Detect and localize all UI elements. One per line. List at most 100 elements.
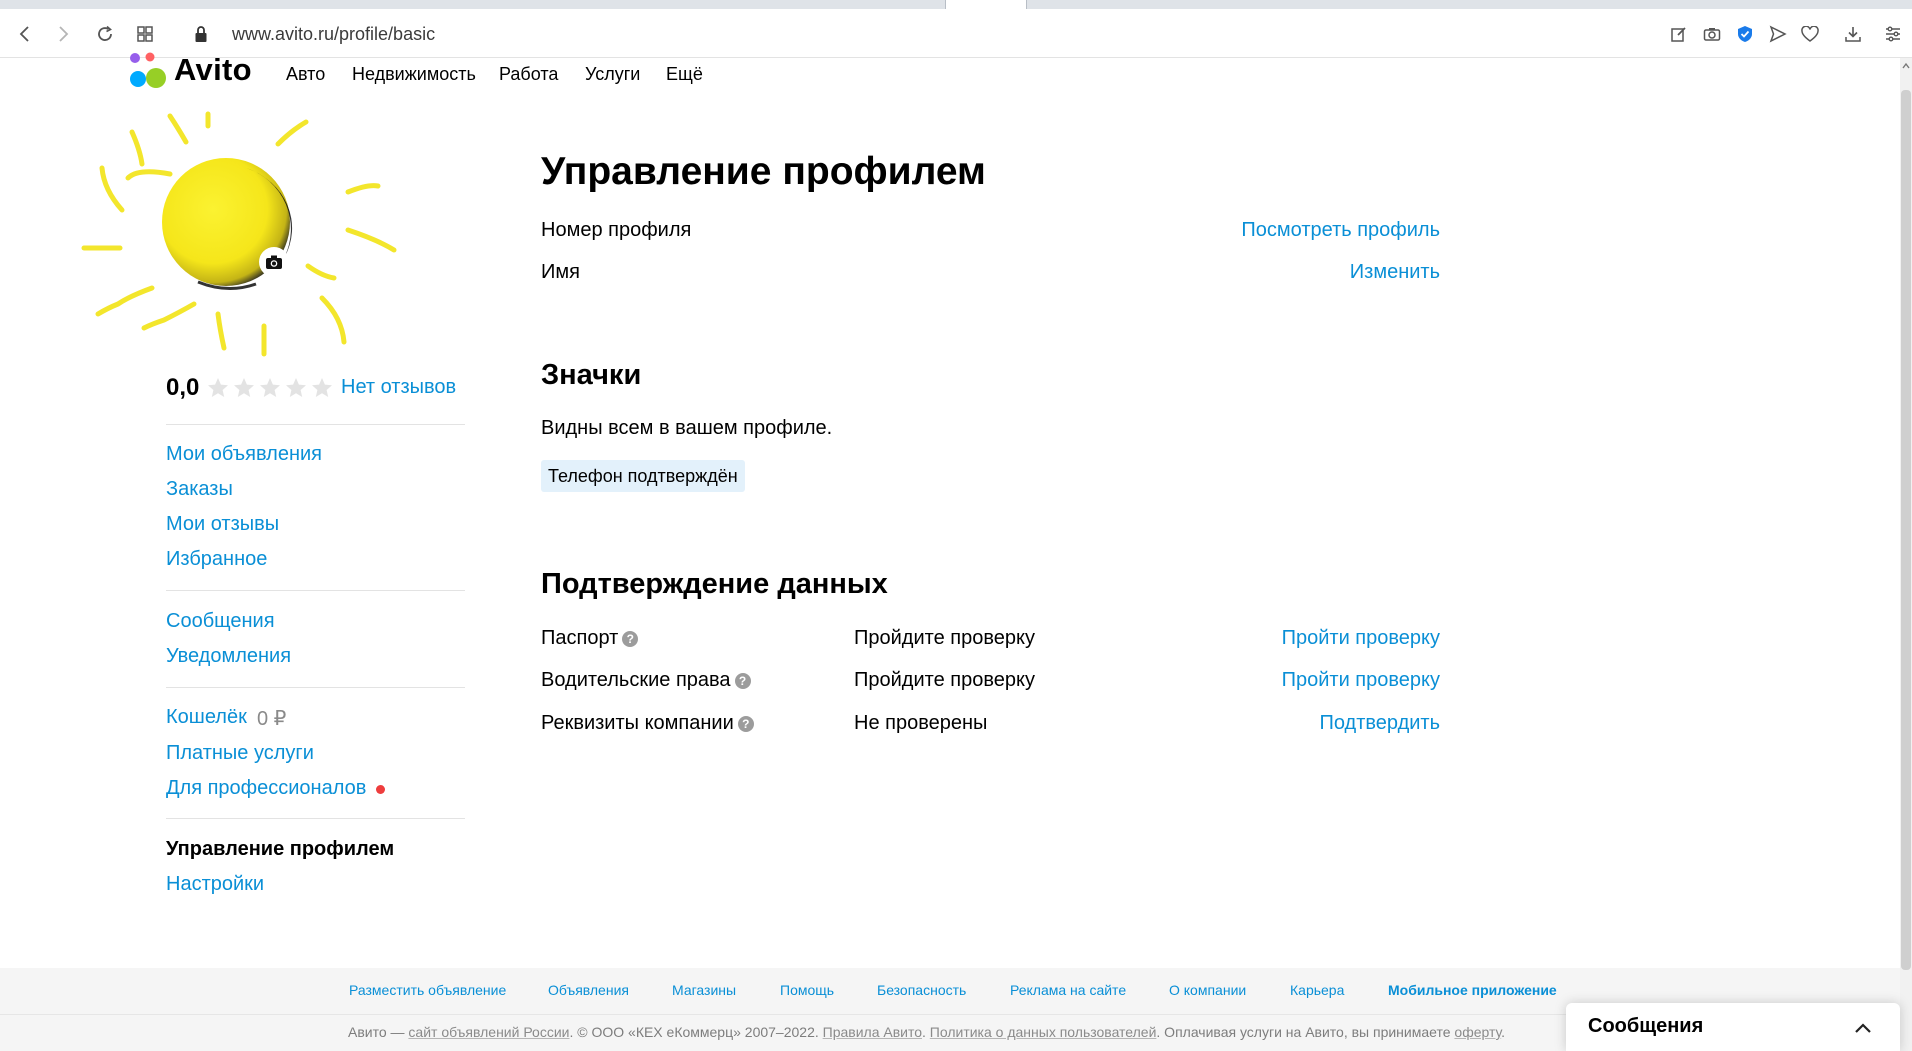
sidebar-divider: [166, 818, 465, 819]
active-tab[interactable]: [946, 0, 1026, 9]
browser-toolbar: www.avito.ru/profile/basic: [0, 9, 1912, 58]
page-title: Управление профилем: [541, 150, 986, 193]
download-icon[interactable]: [1842, 23, 1864, 45]
sidebar-divider: [166, 424, 465, 425]
passport-label: Паспорт?: [541, 627, 639, 650]
easy-setup-icon[interactable]: [1882, 23, 1904, 45]
shield-vpn-icon[interactable]: [1734, 23, 1756, 45]
footer-link-advertising[interactable]: Реклама на сайте: [1010, 982, 1126, 998]
sun-drawing-avatar: [81, 111, 397, 357]
classifieds-link[interactable]: сайт объявлений России: [408, 1024, 569, 1040]
nav-more[interactable]: Ещё: [666, 64, 703, 85]
logo-text: Avito: [174, 52, 252, 87]
sidebar-item-messages[interactable]: Сообщения: [166, 610, 275, 633]
no-reviews-link[interactable]: Нет отзывов: [341, 376, 456, 399]
camera-icon: [266, 255, 282, 269]
scroll-up-arrow-icon[interactable]: [1902, 62, 1910, 70]
change-photo-button[interactable]: [259, 247, 289, 277]
sidebar-divider: [166, 687, 465, 688]
data-verification-heading: Подтверждение данных: [541, 568, 888, 600]
heart-icon[interactable]: [1799, 23, 1821, 45]
chevron-up-icon[interactable]: [1852, 1017, 1874, 1039]
badges-heading: Значки: [541, 359, 642, 391]
sidebar-item-wallet[interactable]: Кошелёк: [166, 706, 247, 729]
avito-logo-icon: [130, 52, 166, 88]
rating-value: 0,0: [166, 374, 200, 401]
passport-status: Пройдите проверку: [854, 627, 1035, 649]
help-icon[interactable]: ?: [734, 673, 751, 689]
drivers-license-label-text: Водительские права: [541, 669, 731, 691]
offer-link[interactable]: оферту: [1454, 1024, 1501, 1040]
address-bar[interactable]: www.avito.ru/profile/basic: [232, 24, 435, 45]
sidebar-item-profile-management[interactable]: Управление профилем: [166, 838, 394, 861]
footer-link-shops[interactable]: Магазины: [672, 982, 736, 998]
avito-logo[interactable]: Avito: [128, 52, 268, 92]
copyright-part: .: [922, 1024, 930, 1040]
copyright-part: . © ООО «КЕХ еКоммерц» 2007–2022.: [569, 1024, 823, 1040]
footer-link-careers[interactable]: Карьера: [1290, 982, 1344, 998]
rating-stars: [206, 376, 334, 400]
rules-link[interactable]: Правила Авито: [823, 1024, 922, 1040]
nav-auto[interactable]: Авто: [286, 64, 325, 85]
notification-dot: [376, 785, 385, 794]
phone-verified-badge: Телефон подтверждён: [541, 460, 745, 492]
copyright-part: Авито —: [348, 1024, 409, 1040]
footer-link-mobile-app[interactable]: Мобильное приложение: [1388, 982, 1557, 998]
sidebar-item-for-pros[interactable]: Для профессионалов: [166, 777, 366, 800]
star-empty-icon: [208, 378, 228, 397]
speed-dial-icon[interactable]: [134, 23, 156, 45]
nav-jobs[interactable]: Работа: [499, 64, 558, 85]
footer-link-ads[interactable]: Объявления: [548, 982, 629, 998]
footer-link-security[interactable]: Безопасность: [877, 982, 966, 998]
sidebar-item-my-ads[interactable]: Мои объявления: [166, 443, 322, 466]
star-empty-icon: [260, 378, 280, 397]
help-icon[interactable]: ?: [737, 716, 754, 732]
nav-services[interactable]: Услуги: [585, 64, 640, 85]
view-profile-link[interactable]: Посмотреть профиль: [1241, 219, 1440, 242]
sidebar-item-favorites[interactable]: Избранное: [166, 548, 267, 571]
star-empty-icon: [312, 378, 332, 397]
tab-separator: [1026, 0, 1027, 9]
forward-icon[interactable]: [52, 23, 74, 45]
copyright-text: Авито — сайт объявлений России. © ООО «К…: [348, 1024, 1505, 1040]
help-icon[interactable]: ?: [622, 631, 639, 647]
change-name-link[interactable]: Изменить: [1350, 261, 1440, 284]
scrollbar-thumb[interactable]: [1901, 90, 1911, 970]
company-details-confirm-link[interactable]: Подтвердить: [1320, 712, 1441, 735]
footer-link-post-ad[interactable]: Разместить объявление: [349, 982, 506, 998]
passport-label-text: Паспорт: [541, 627, 619, 649]
send-icon[interactable]: [1767, 23, 1789, 45]
messages-widget[interactable]: Сообщения: [1566, 1003, 1900, 1051]
back-icon[interactable]: [14, 23, 36, 45]
camera-snapshot-icon[interactable]: [1701, 23, 1723, 45]
messages-widget-title: Сообщения: [1588, 1015, 1704, 1037]
sidebar-item-paid-services[interactable]: Платные услуги: [166, 742, 314, 765]
profile-avatar[interactable]: [78, 108, 438, 358]
sidebar-item-settings[interactable]: Настройки: [166, 873, 264, 896]
nav-real-estate[interactable]: Недвижимость: [352, 64, 476, 85]
sidebar-item-notifications[interactable]: Уведомления: [166, 645, 291, 668]
edit-page-icon[interactable]: [1668, 23, 1690, 45]
sidebar-item-my-reviews[interactable]: Мои отзывы: [166, 513, 279, 536]
drivers-license-status: Пройдите проверку: [854, 669, 1035, 691]
company-details-label: Реквизиты компании?: [541, 712, 754, 735]
drivers-license-label: Водительские права?: [541, 669, 751, 692]
passport-verify-link[interactable]: Пройти проверку: [1282, 627, 1440, 650]
browser-tab-strip: [0, 0, 1912, 9]
privacy-policy-link[interactable]: Политика о данных пользователей: [930, 1024, 1157, 1040]
copyright-part: .: [1501, 1024, 1506, 1040]
reload-icon[interactable]: [94, 23, 116, 45]
badges-description: Видны всем в вашем профиле.: [541, 417, 833, 439]
footer-link-help[interactable]: Помощь: [780, 982, 834, 998]
name-label: Имя: [541, 261, 580, 283]
company-details-status: Не проверены: [854, 712, 988, 734]
drivers-license-verify-link[interactable]: Пройти проверку: [1282, 669, 1440, 692]
copyright-part: . Оплачивая услуги на Авито, вы принимае…: [1156, 1024, 1455, 1040]
company-details-label-text: Реквизиты компании: [541, 712, 734, 734]
wallet-balance: 0 ₽: [257, 708, 287, 730]
footer-link-about[interactable]: О компании: [1169, 982, 1246, 998]
sidebar-item-orders[interactable]: Заказы: [166, 478, 233, 501]
profile-number-label: Номер профиля: [541, 219, 692, 241]
star-empty-icon: [286, 378, 306, 397]
lock-icon[interactable]: [190, 23, 212, 45]
